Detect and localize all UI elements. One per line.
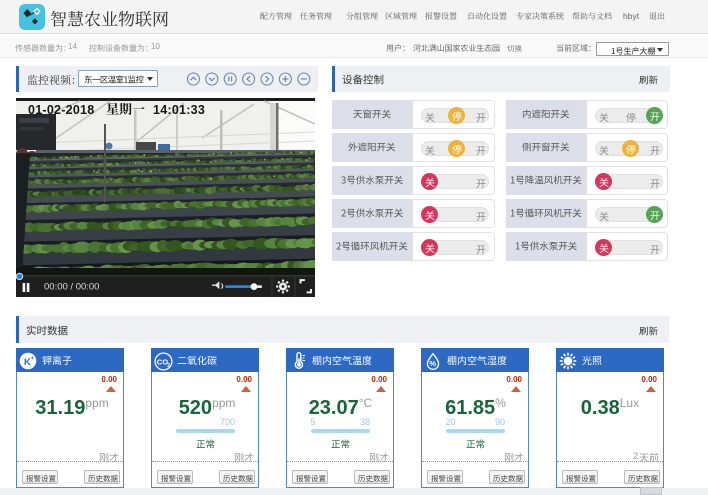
svg-text:14:01:33: 14:01:33 [153,103,205,117]
svg-text:2: 2 [167,363,170,369]
svg-text:00:00 / 00:00: 00:00 / 00:00 [44,282,99,293]
svg-text:%: % [429,359,436,368]
svg-text:01-02-2018: 01-02-2018 [28,103,94,117]
svg-text:+: + [31,356,35,362]
